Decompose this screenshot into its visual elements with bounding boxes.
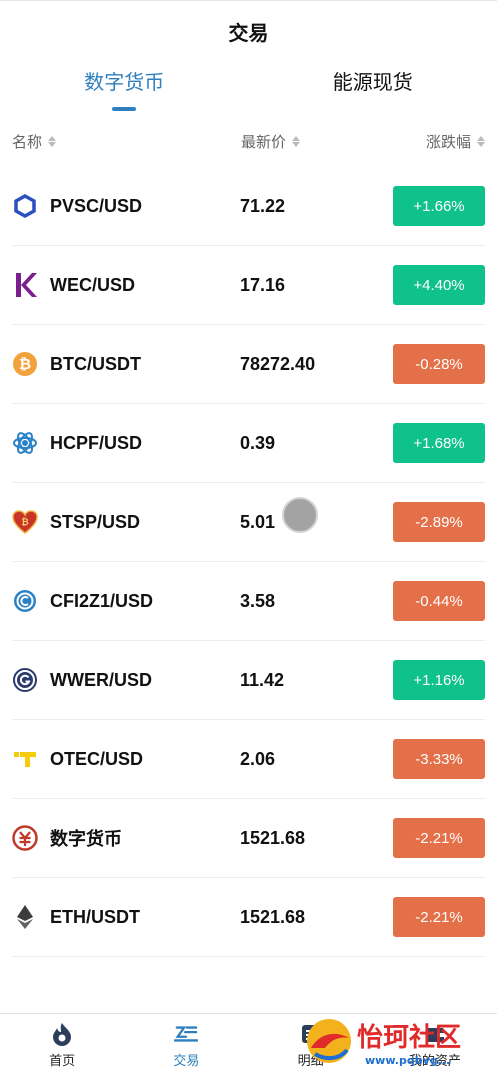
change-badge: +1.16% bbox=[393, 660, 485, 700]
market-row[interactable]: WEC/USD 17.16 +4.40% bbox=[12, 246, 485, 325]
ethereum-icon bbox=[12, 904, 38, 930]
market-list: PVSC/USD 71.22 +1.66% WEC/USD 17.16 +4.4… bbox=[12, 167, 485, 957]
change-badge: -2.21% bbox=[393, 818, 485, 858]
pair-price: 1521.68 bbox=[240, 906, 306, 927]
pair-price: 11.42 bbox=[240, 669, 285, 690]
page-title: 交易 bbox=[228, 22, 269, 45]
nav-trade[interactable]: 交易 bbox=[124, 1014, 248, 1076]
market-row[interactable]: ₿ STSP/USD 5.01 -2.89% bbox=[12, 483, 485, 562]
nav-label: 交易 bbox=[173, 1052, 200, 1068]
pair-name: OTEC/USD bbox=[50, 748, 144, 769]
market-tabs: 数字货币 能源现货 bbox=[0, 61, 497, 115]
c-coin-icon bbox=[12, 588, 38, 614]
watermark-logo: 怡珂社区 www.pqbvg... bbox=[307, 1019, 461, 1067]
svg-text:₿: ₿ bbox=[19, 355, 31, 373]
change-badge: -2.21% bbox=[393, 897, 485, 937]
yuan-icon bbox=[12, 825, 38, 851]
svg-text:₿: ₿ bbox=[21, 517, 28, 528]
trade-icon bbox=[174, 1022, 199, 1046]
tab-energy-spot[interactable]: 能源现货 bbox=[249, 61, 497, 115]
flower-icon bbox=[12, 430, 38, 456]
market-row[interactable]: OTEC/USD 2.06 -3.33% bbox=[12, 720, 485, 799]
market-row[interactable]: PVSC/USD 71.22 +1.66% bbox=[12, 167, 485, 246]
pair-name: 数字货币 bbox=[50, 829, 122, 849]
pair-price: 3.58 bbox=[240, 590, 276, 611]
market-row[interactable]: WWER/USD 11.42 +1.16% bbox=[12, 641, 485, 720]
pair-price: 71.22 bbox=[240, 195, 286, 216]
bitcoin-icon: ₿ bbox=[12, 351, 38, 377]
sort-icon bbox=[292, 135, 301, 147]
pair-price: 17.16 bbox=[240, 274, 286, 295]
market-row[interactable]: ₿ BTC/USDT 78272.40 -0.28% bbox=[12, 325, 485, 404]
sort-by-price[interactable]: 最新价 bbox=[241, 131, 361, 152]
home-flame-icon bbox=[50, 1022, 74, 1046]
market-row[interactable]: 数字货币 1521.68 -2.21% bbox=[12, 799, 485, 878]
pair-name: HCPF/USD bbox=[50, 432, 143, 453]
change-badge: -3.33% bbox=[393, 739, 485, 779]
g-coin-icon bbox=[12, 667, 38, 693]
pair-price: 0.39 bbox=[240, 432, 276, 453]
market-row[interactable]: ETH/USDT 1521.68 -2.21% bbox=[12, 878, 485, 957]
sort-by-name[interactable]: 名称 bbox=[12, 131, 241, 152]
pair-name: PVSC/USD bbox=[50, 195, 143, 216]
pair-name: WWER/USD bbox=[50, 669, 152, 690]
tab-digital-currency[interactable]: 数字货币 bbox=[0, 61, 249, 115]
change-badge: +4.40% bbox=[393, 265, 485, 305]
pair-name: BTC/USDT bbox=[50, 353, 141, 374]
tab-label: 数字货币 bbox=[84, 72, 165, 94]
tab-label: 能源现货 bbox=[332, 72, 413, 94]
change-badge: -0.28% bbox=[393, 344, 485, 384]
pair-name: CFI2Z1/USD bbox=[50, 590, 154, 611]
active-tab-indicator bbox=[112, 107, 137, 111]
change-badge: +1.66% bbox=[393, 186, 485, 226]
column-change-label: 涨跌幅 bbox=[425, 133, 471, 151]
k-logo-icon bbox=[12, 272, 38, 298]
watermark-text: 怡珂社区 bbox=[357, 1022, 461, 1053]
column-name-label: 名称 bbox=[12, 133, 43, 151]
hexagon-icon bbox=[12, 193, 38, 219]
watermark-url: www.pqbvg... bbox=[365, 1054, 450, 1067]
pair-name: STSP/USD bbox=[50, 511, 141, 532]
column-price-label: 最新价 bbox=[241, 133, 287, 151]
change-badge: +1.68% bbox=[393, 423, 485, 463]
heart-icon: ₿ bbox=[12, 509, 38, 535]
market-row[interactable]: HCPF/USD 0.39 +1.68% bbox=[12, 404, 485, 483]
sort-icon bbox=[48, 135, 57, 147]
change-badge: -2.89% bbox=[393, 502, 485, 542]
t-logo-icon bbox=[12, 746, 38, 772]
sort-icon bbox=[477, 135, 485, 147]
pair-price: 2.06 bbox=[240, 748, 276, 769]
column-header: 名称 最新价 涨跌幅 bbox=[0, 115, 497, 167]
pair-name: WEC/USD bbox=[50, 274, 135, 295]
touch-indicator bbox=[282, 497, 318, 533]
pair-name: ETH/USDT bbox=[50, 906, 140, 927]
top-bar: 交易 bbox=[0, 0, 497, 61]
change-badge: -0.44% bbox=[393, 581, 485, 621]
sort-by-change[interactable]: 涨跌幅 bbox=[361, 131, 485, 152]
pair-price: 78272.40 bbox=[240, 353, 316, 374]
market-row[interactable]: CFI2Z1/USD 3.58 -0.44% bbox=[12, 562, 485, 641]
pair-price: 1521.68 bbox=[240, 827, 306, 848]
nav-home[interactable]: 首页 bbox=[0, 1014, 124, 1076]
nav-label: 首页 bbox=[49, 1052, 76, 1068]
